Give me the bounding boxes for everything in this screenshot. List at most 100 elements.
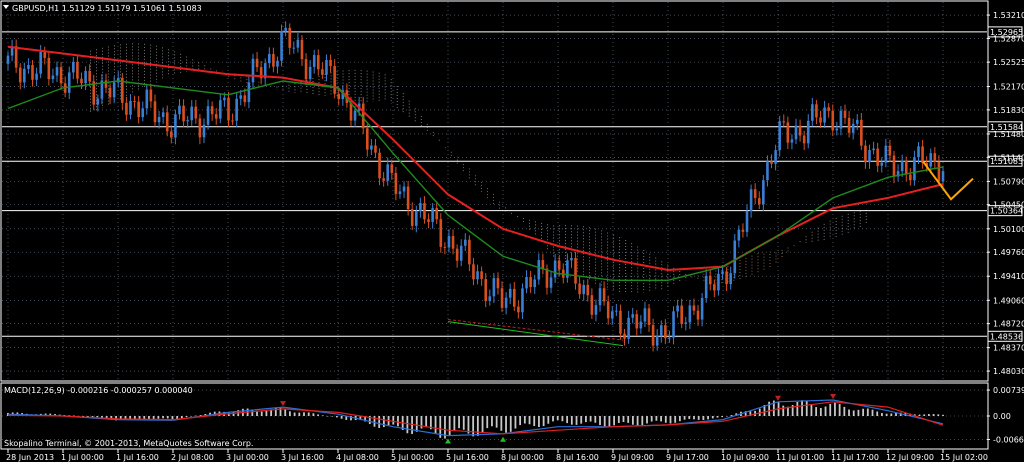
candle-body <box>43 51 47 58</box>
macd-hist-bar <box>702 416 705 421</box>
level-label: 1.48536 <box>990 332 1023 341</box>
macd-hist-bar <box>660 416 662 422</box>
candle-body <box>190 106 194 121</box>
macd-hist-bar <box>171 416 174 420</box>
macd-hist-bar <box>397 416 399 427</box>
candle-body <box>635 314 639 329</box>
candle-body <box>80 78 83 84</box>
price-tick-label: 1.48370 <box>993 344 1024 353</box>
macd-hist-bar <box>580 416 583 424</box>
candle-body <box>410 209 414 226</box>
macd-hist-bar <box>289 411 291 416</box>
candle-body <box>443 246 447 248</box>
candle-body <box>333 66 336 94</box>
macd-tick-label: 0.00 <box>993 412 1011 421</box>
macd-hist-bar <box>585 416 587 423</box>
candle-body <box>206 106 210 125</box>
price-tick-label: 1.50450 <box>993 201 1024 210</box>
candle-body <box>643 308 647 322</box>
candle-body <box>594 305 598 315</box>
candle-body <box>770 161 773 164</box>
macd-hist-bar <box>819 408 822 416</box>
candle-body <box>590 295 594 315</box>
candle-body <box>578 283 581 295</box>
candle-body <box>35 73 38 80</box>
macd-hist-bar <box>594 416 597 423</box>
candle-body <box>929 153 933 167</box>
candle-body <box>390 164 394 173</box>
macd-hist-bar <box>716 416 719 418</box>
time-tick-label: 1 Jul 16:00 <box>116 453 159 462</box>
candle-body <box>774 150 777 164</box>
price-tick-label: 1.48720 <box>993 320 1024 329</box>
macd-hist-bar <box>448 416 451 436</box>
macd-hist-bar <box>129 416 132 419</box>
macd-hist-bar <box>500 416 503 431</box>
candle-body <box>186 120 189 122</box>
time-tick-label: 12 Jul 09:00 <box>886 453 934 462</box>
macd-hist-bar <box>636 416 639 426</box>
candle-body <box>700 298 704 320</box>
candle-body <box>525 277 528 289</box>
candle-body <box>794 125 798 140</box>
candle-body <box>280 31 283 61</box>
candle-body <box>786 122 790 143</box>
candle-body <box>67 72 71 93</box>
macd-hist-bar <box>481 416 484 433</box>
macd-hist-bar <box>871 409 874 416</box>
candle-body <box>304 59 308 80</box>
candle-body <box>872 148 875 151</box>
candle-body <box>537 260 541 280</box>
macd-hist-bar <box>495 416 498 428</box>
macd-hist-bar <box>815 407 818 416</box>
candle-body <box>904 160 908 175</box>
candle-body <box>202 124 206 138</box>
candle-body <box>76 61 79 79</box>
candle-body <box>23 68 26 83</box>
macd-hist-bar <box>462 416 465 430</box>
candle-body <box>855 119 859 124</box>
macd-hist-bar <box>721 416 724 418</box>
candle-body <box>900 160 904 172</box>
candle-body <box>125 102 128 115</box>
macd-hist-bar <box>796 402 799 416</box>
time-tick-label: 5 Jul 00:00 <box>391 453 434 462</box>
candle-body <box>137 101 140 118</box>
macd-hist-bar <box>472 416 475 437</box>
candle-body <box>937 161 941 182</box>
candle-body <box>219 100 222 119</box>
macd-hist-bar <box>693 416 695 420</box>
macd-hist-bar <box>678 416 681 422</box>
trading-chart[interactable]: 1.529651.515841.510831.503641.48536 GBPU… <box>0 0 1024 462</box>
candle-body <box>414 211 418 226</box>
candle-body <box>398 191 402 195</box>
macd-hist-bar <box>392 416 395 425</box>
candle-body <box>435 208 439 220</box>
candle-body <box>823 107 826 123</box>
candle-body <box>500 288 504 308</box>
candle-body <box>888 145 892 156</box>
candle-body <box>308 66 312 80</box>
candle-body <box>921 146 924 163</box>
candle-body <box>182 105 185 122</box>
macd-hist-bar <box>881 413 883 416</box>
candle-body <box>941 171 945 182</box>
macd-hist-bar <box>646 416 648 424</box>
candle-body <box>165 112 169 132</box>
macd-hist-bar <box>453 416 456 431</box>
macd-hist-bar <box>641 416 644 426</box>
candle-body <box>725 271 728 285</box>
macd-hist-bar <box>406 416 409 434</box>
macd-hist-bar <box>730 415 733 416</box>
macd-hist-bar <box>519 416 522 426</box>
candle-body <box>933 153 937 162</box>
macd-hist-bar <box>664 416 667 423</box>
candle-body <box>47 57 51 80</box>
candle-body <box>129 100 132 115</box>
candle-body <box>276 60 279 67</box>
price-tick-label: 1.49410 <box>993 272 1024 281</box>
candle-body <box>517 306 520 313</box>
time-tick-label: 11 Jul 01:00 <box>776 453 824 462</box>
macd-hist-bar <box>284 409 287 416</box>
candle-body <box>762 180 765 205</box>
